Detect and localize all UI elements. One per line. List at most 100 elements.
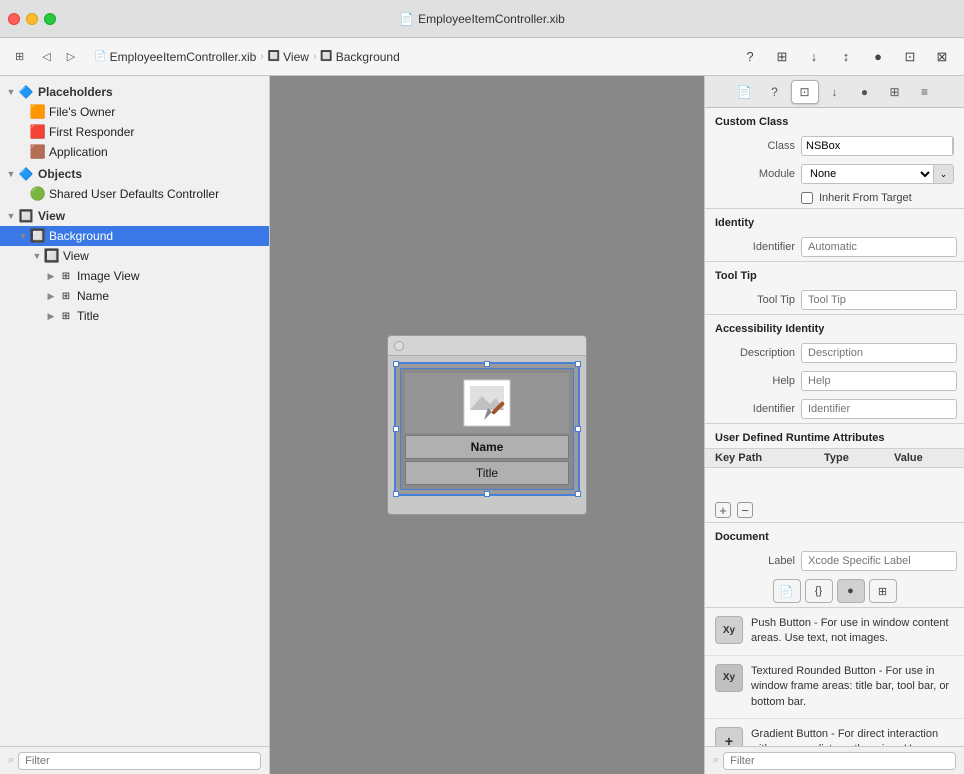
- class-label: Class: [715, 140, 795, 152]
- library-button[interactable]: ↓: [800, 45, 828, 69]
- right-filter-input[interactable]: [723, 752, 956, 770]
- nav-buttons: ◁ ▷: [35, 47, 82, 66]
- description-input[interactable]: [801, 343, 957, 363]
- class-input[interactable]: [802, 137, 952, 155]
- grid-view-button[interactable]: ⊞: [8, 47, 31, 66]
- minimize-button[interactable]: [26, 13, 38, 25]
- background-box[interactable]: Name Title: [394, 362, 580, 496]
- runtime-table-header: Key Path Type Value: [705, 448, 964, 468]
- identifier-input[interactable]: [801, 237, 957, 257]
- window-close-btn: [394, 341, 404, 351]
- inherit-checkbox[interactable]: [801, 192, 813, 204]
- tree-item-name[interactable]: ▶ ⊞ Name: [0, 286, 269, 306]
- acc-identifier-label: Identifier: [715, 403, 795, 415]
- textured-button-desc: Textured Rounded Button - For use in win…: [751, 664, 954, 710]
- doc-tab-code[interactable]: {}: [805, 579, 833, 603]
- back-button[interactable]: ◁: [35, 47, 57, 66]
- help-input[interactable]: [801, 371, 957, 391]
- title-toggle[interactable]: ▶: [44, 309, 58, 323]
- doc-tab-file[interactable]: 📄: [773, 579, 801, 603]
- files-owner-toggle: [16, 105, 30, 119]
- placeholders-toggle[interactable]: ▼: [4, 85, 18, 99]
- tree-item-image-view[interactable]: ▶ ⊞ Image View: [0, 266, 269, 286]
- breadcrumb-xib[interactable]: 📄 EmployeeItemController.xib: [94, 50, 256, 64]
- toolbar: ⊞ ◁ ▷ 📄 EmployeeItemController.xib › 🔲 V…: [0, 38, 964, 76]
- object-palette: Xy Push Button - For use in window conte…: [705, 608, 964, 746]
- right-filter-icon: ⌕: [713, 754, 719, 767]
- runtime-remove-button[interactable]: −: [737, 502, 753, 518]
- shared-defaults-label: Shared User Defaults Controller: [49, 187, 219, 201]
- tab-size-inspector[interactable]: ⊞: [881, 80, 909, 104]
- help-button[interactable]: ?: [736, 45, 764, 69]
- tree-item-files-owner[interactable]: 🟧 File's Owner: [0, 102, 269, 122]
- gradient-button-desc: Gradient Button - For direct interaction…: [751, 727, 954, 746]
- doc-tab-circle[interactable]: ●: [837, 579, 865, 603]
- view-child-toggle[interactable]: ▼: [30, 249, 44, 263]
- view-child-icon: 🔲: [44, 248, 60, 264]
- doc-label-input[interactable]: [801, 551, 957, 571]
- file-icon: 📄: [399, 12, 414, 26]
- module-label: Module: [715, 168, 795, 180]
- identity-title: Identity: [705, 209, 964, 233]
- class-select-wrap: ⌄: [801, 136, 954, 156]
- name-toggle[interactable]: ▶: [44, 289, 58, 303]
- module-select[interactable]: None: [802, 165, 933, 183]
- tab-connections-inspector[interactable]: ●: [851, 80, 879, 104]
- inherit-row: Inherit From Target: [705, 188, 964, 208]
- assistant-button[interactable]: ⊡: [896, 45, 924, 69]
- image-view-toggle[interactable]: ▶: [44, 269, 58, 283]
- tree-item-application[interactable]: 🟫 Application: [0, 142, 269, 162]
- forward-button[interactable]: ▷: [60, 47, 82, 66]
- inspector-button[interactable]: ⊞: [768, 45, 796, 69]
- objects-label: Objects: [38, 167, 82, 181]
- section-objects: ▼ 🔷 Objects: [0, 162, 269, 184]
- tree-item-title[interactable]: ▶ ⊞ Title: [0, 306, 269, 326]
- acc-identifier-input[interactable]: [801, 399, 957, 419]
- custom-class-title: Custom Class: [705, 108, 964, 132]
- maximize-button[interactable]: [44, 13, 56, 25]
- doc-tab-grid[interactable]: ⊞: [869, 579, 897, 603]
- textured-button-item[interactable]: Xy Textured Rounded Button - For use in …: [705, 656, 964, 719]
- tree-item-shared-defaults[interactable]: 🟢 Shared User Defaults Controller: [0, 184, 269, 204]
- tree-item-view[interactable]: ▼ 🔲 View: [0, 246, 269, 266]
- runtime-section: User Defined Runtime Attributes Key Path…: [705, 424, 964, 523]
- close-button[interactable]: [8, 13, 20, 25]
- accessibility-section: Accessibility Identity Description Help …: [705, 315, 964, 424]
- breadcrumb-view[interactable]: 🔲 View: [268, 50, 309, 64]
- module-row: Module None ⌄: [705, 160, 964, 188]
- tooltip-input[interactable]: [801, 290, 957, 310]
- version-button[interactable]: ⊠: [928, 45, 956, 69]
- tab-file-inspector[interactable]: 📄: [731, 80, 759, 104]
- identity-section: Identity Identifier: [705, 209, 964, 262]
- right-panel: 📄 ? ⊡ ↓ ● ⊞ ≡ Custom Class Class ⌄ M: [704, 76, 964, 774]
- objects-toggle[interactable]: ▼: [4, 167, 18, 181]
- filter-input[interactable]: [18, 752, 261, 770]
- window-title: 📄 EmployeeItemController.xib: [399, 12, 565, 26]
- gradient-button-item[interactable]: + Gradient Button - For direct interacti…: [705, 719, 964, 746]
- tab-attributes-inspector[interactable]: ↓: [821, 80, 849, 104]
- description-label: Description: [715, 347, 795, 359]
- view-toggle[interactable]: ▼: [4, 209, 18, 223]
- canvas-name-label: Name: [405, 435, 569, 459]
- background-toggle[interactable]: ▼: [16, 229, 30, 243]
- runtime-title: User Defined Runtime Attributes: [705, 424, 964, 448]
- canvas-window-wrapper: Name Title: [387, 335, 587, 515]
- push-button-item[interactable]: Xy Push Button - For use in window conte…: [705, 608, 964, 656]
- files-owner-label: File's Owner: [49, 105, 115, 119]
- tab-effects-inspector[interactable]: ≡: [911, 80, 939, 104]
- handle-mr: [575, 426, 581, 432]
- tab-help-inspector[interactable]: ?: [761, 80, 789, 104]
- class-select-arrow[interactable]: ⌄: [952, 136, 954, 156]
- runtime-add-button[interactable]: +: [715, 502, 731, 518]
- tree-item-background[interactable]: ▼ 🔲 Background: [0, 226, 269, 246]
- objects-icon: 🔷: [18, 166, 34, 182]
- connection-button[interactable]: ●: [864, 45, 892, 69]
- breadcrumb-background[interactable]: 🔲 Background: [320, 50, 400, 64]
- toolbar-right: ? ⊞ ↓ ↕ ● ⊡ ⊠: [736, 45, 956, 69]
- tree-item-first-responder[interactable]: 🟥 First Responder: [0, 122, 269, 142]
- size-button[interactable]: ↕: [832, 45, 860, 69]
- image-area: [405, 373, 569, 433]
- document-title: Document: [705, 523, 964, 547]
- tab-identity-inspector[interactable]: ⊡: [791, 80, 819, 104]
- accessibility-title: Accessibility Identity: [705, 315, 964, 339]
